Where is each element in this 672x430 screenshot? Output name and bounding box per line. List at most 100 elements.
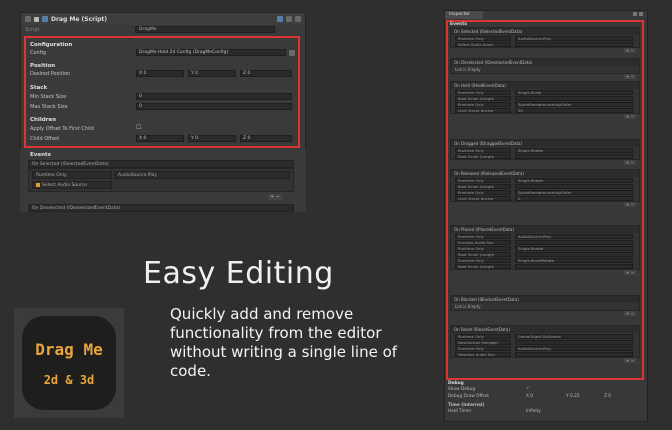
function-dropdown[interactable]: AudioSource.Play [114,171,290,179]
desired-position-x[interactable]: X 0 [136,70,184,77]
listener-function-field[interactable]: AudioSource.Play [515,345,633,351]
listener-function-field[interactable] [515,183,633,189]
listener-target-field[interactable]: Deselect Audio Sou [455,351,511,357]
inspector-tab[interactable]: Inspector [445,11,483,19]
listener-target-field[interactable]: Deselection Manager [455,339,511,345]
object-picker-icon[interactable] [289,50,295,56]
desired-position-y[interactable]: Y 0 [188,70,236,77]
listener-target-field[interactable]: Runtime Only [455,35,511,41]
listener-target-field[interactable]: Boot Scroll (Length [455,95,511,101]
menu-icon[interactable] [639,12,643,16]
on-deselected-header[interactable]: On Deselected (IDeselectedEventData) [28,204,294,212]
listener-target-field[interactable]: Runtime Only [455,245,511,251]
foldout-arrow-icon[interactable] [25,16,31,22]
config-field[interactable]: DragMe Hold 2d Config (DragMeConfig) [136,49,286,56]
listener-target-field[interactable]: Boot Scroll (Length [455,183,511,189]
enable-checkbox[interactable] [34,16,39,22]
listener-target-field[interactable]: Runtime Only [455,89,511,95]
listener-function-field[interactable] [515,351,633,357]
apply-offset-checkbox[interactable]: ☐ [136,124,141,131]
listener-function-field[interactable]: Single.ResetRotate [515,257,633,263]
desired-position-z[interactable]: Z 0 [240,70,292,77]
listener-function-field[interactable] [515,41,633,47]
event-block-header[interactable]: On Hold (IHoldEventData) [451,82,639,89]
listener-function-field[interactable]: 30 [515,107,633,113]
min-stack-field[interactable]: 0 [136,93,292,100]
listener-function-field[interactable] [515,239,633,245]
listener-function-field[interactable]: Single.Rotate [515,177,633,183]
child-offset-x[interactable]: X 0 [136,135,184,142]
listener-function-field[interactable]: SpriteRenderer.sortingOrder [515,189,633,195]
listener-target-field[interactable]: Runtime Only [455,257,511,263]
headline: Easy Editing [143,256,334,291]
show-debug-checkbox[interactable]: ✓ [526,386,530,391]
listener-function-field[interactable] [515,153,633,159]
listener-target-field[interactable]: Runtime Only [455,177,511,183]
listener-target-field[interactable]: Boot Scroll (Length [455,251,511,257]
add-remove-buttons[interactable]: + − [624,202,636,207]
script-field[interactable]: DragMe [135,26,275,33]
child-offset-z[interactable]: Z 0 [240,135,292,142]
listener-target-field[interactable]: Runtime Only [455,233,511,239]
listener-target-field[interactable]: Boot Scroll (Length [455,263,511,269]
event-block: On Dragged (IDraggedEventData) Runtime On… [450,139,640,165]
event-block-header[interactable]: On Released (IReleasedEventData) [451,170,639,177]
preset-icon[interactable] [286,16,292,22]
listener-target-field[interactable]: Runtime Only [455,345,511,351]
debug-offset-y[interactable]: Y 0.25 [566,394,580,399]
listener-function-field[interactable] [515,251,633,257]
listener-target-field[interactable]: Select Audio Sourc [455,41,511,47]
event-listener-row: Select Audio Sourc [451,41,639,47]
listener-function-field[interactable] [515,95,633,101]
event-listener-row: Runtime Only Single.Rotate [451,245,639,251]
listener-target-field[interactable]: Boot Scroll (Length [455,153,511,159]
listener-target-field[interactable]: Runtime Only [455,333,511,339]
lock-icon[interactable] [633,12,637,16]
listener-function-field[interactable]: Single.Scale [515,89,633,95]
event-block-header[interactable]: On Placed (IPlacedEventData) [451,226,639,233]
add-remove-buttons[interactable]: + − [624,74,636,79]
add-remove-buttons[interactable]: + − [624,311,636,316]
event-block-header[interactable]: On Selected (ISelectedEventData) [451,28,639,35]
listener-target-field[interactable]: Runtime Only [455,189,511,195]
listener-target-field[interactable]: Success Audio Sou [455,239,511,245]
listener-target-field[interactable]: Liver Dayle Anchor [455,107,511,113]
add-remove-buttons[interactable]: + − [624,358,636,363]
event-listener-row: Runtime Only AudioSource.Play [451,35,639,41]
audio-source-field[interactable]: Select Audio Source [32,181,112,189]
debug-offset-z[interactable]: Z 0 [604,394,611,399]
listener-target-field[interactable]: Runtime Only [455,147,511,153]
debug-offset-x[interactable]: X 0 [526,394,533,399]
help-icon[interactable] [277,16,283,22]
component-header[interactable]: Drag Me (Script) [21,13,305,25]
listener-target-field[interactable]: Liver Dayle Anchor [455,195,511,201]
add-remove-buttons[interactable]: + − [624,160,636,165]
listener-function-field[interactable]: AudioSource.Play [515,35,633,41]
max-stack-field[interactable]: 0 [136,103,292,110]
add-remove-buttons[interactable]: + − [268,194,282,200]
runtime-only-dropdown[interactable]: Runtime Only [32,171,112,179]
event-block-header[interactable]: On Dragged (IDraggedEventData) [451,140,639,147]
listener-function-field[interactable]: SpriteRenderer.sortingOrder [515,101,633,107]
listener-function-field[interactable]: GameObject.SetActive [515,333,633,339]
listener-function-field[interactable] [515,339,633,345]
more-icon[interactable] [295,16,301,22]
event-block: On Hold (IHoldEventData) Runtime Only Sing… [450,81,640,119]
add-remove-buttons[interactable]: + − [624,270,636,275]
add-remove-buttons[interactable]: + − [624,48,636,53]
listener-function-field[interactable]: 0 [515,195,633,201]
script-icon [42,16,48,22]
listener-function-field[interactable]: Single.Rotate [515,147,633,153]
listener-target-field[interactable]: Runtime Only [455,101,511,107]
event-listener-row: Runtime Only SpriteRenderer.sortingOrder [451,101,639,107]
listener-function-field[interactable]: Single.Rotate [515,245,633,251]
listener-function-field[interactable] [515,263,633,269]
add-remove-buttons[interactable]: + − [624,114,636,119]
event-block-header[interactable]: On Blocked (IBlockedEventData) [451,296,639,303]
listener-function-field[interactable]: AudioSource.Play [515,233,633,239]
event-block-header[interactable]: On Reset (IResetEventData) [451,326,639,333]
event-block-header[interactable]: On Deselected (IDeselectedEventData) [451,59,639,66]
script-row: Script DragMe [21,25,305,34]
on-selected-header[interactable]: On Selected (ISelectedEventData) [28,160,294,168]
child-offset-y[interactable]: Y 0 [188,135,236,142]
